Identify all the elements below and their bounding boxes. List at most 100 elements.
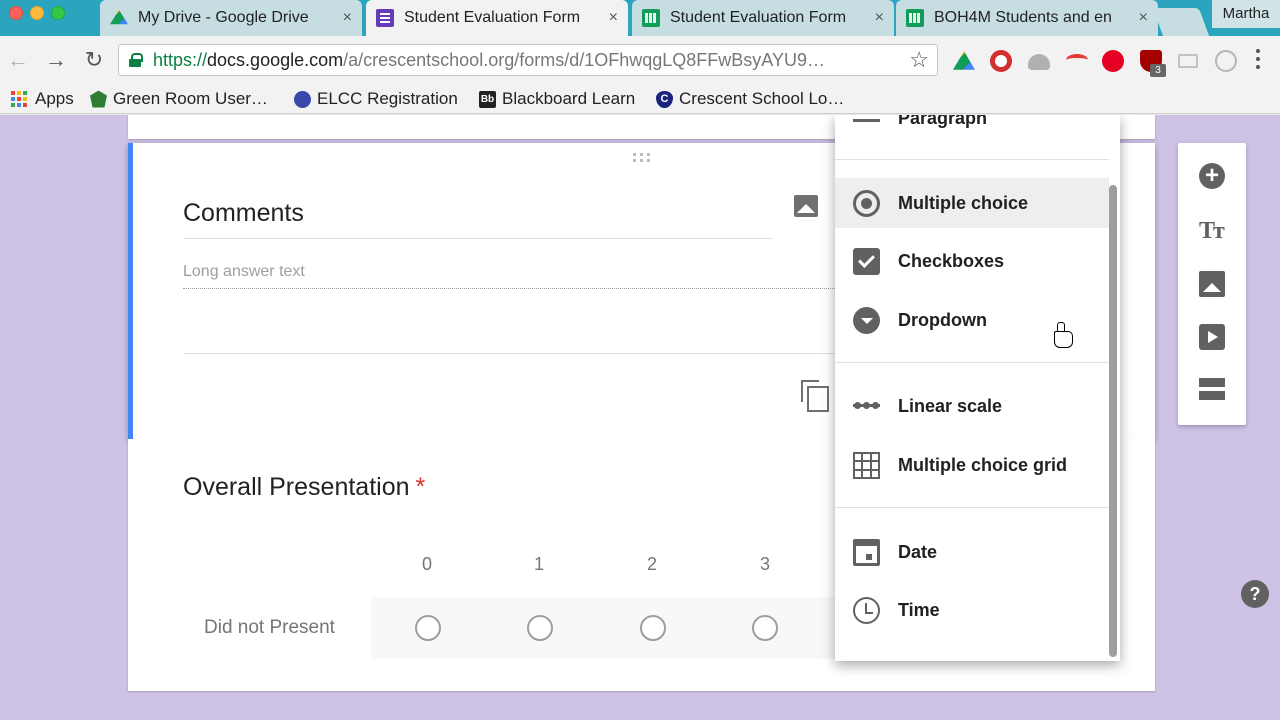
bookmark-elcc-registration[interactable]: ELCC Registration	[294, 87, 458, 111]
help-icon[interactable]: ?	[1241, 580, 1269, 608]
grid-row-label: Did not Present	[204, 617, 335, 638]
grid-radio-button[interactable]	[415, 615, 441, 641]
question-title: Overall Presentation *	[183, 473, 425, 502]
tab-student-evaluation-sheet[interactable]: Student Evaluation Form ×	[632, 0, 894, 36]
crescent-icon: C	[656, 90, 673, 108]
radio-icon	[853, 189, 880, 217]
address-bar[interactable]: https://docs.google.com/a/crescentschool…	[118, 44, 938, 76]
grid-radio-button[interactable]	[752, 615, 778, 641]
required-asterisk: *	[415, 473, 426, 501]
back-arrow-icon[interactable]: ←	[6, 48, 30, 72]
grid-radio-button[interactable]	[640, 615, 666, 641]
google-drive-icon	[110, 9, 128, 25]
profile-button[interactable]: Martha	[1212, 0, 1280, 28]
menu-divider	[835, 507, 1109, 508]
side-toolbar: + Tт	[1178, 143, 1246, 425]
minimize-window-button[interactable]	[30, 6, 44, 20]
extension-badge: 3	[1150, 64, 1166, 77]
bookmark-label: ELCC Registration	[317, 89, 458, 108]
bookmark-label: Blackboard Learn	[502, 89, 636, 108]
bookmark-label: Apps	[35, 89, 74, 108]
menu-item-label: Linear scale	[898, 395, 1003, 416]
browser-toolbar: ← → ↻ https://docs.google.com/a/crescent…	[0, 36, 1280, 84]
bookmark-blackboard-learn[interactable]: Bb Blackboard Learn	[479, 87, 635, 111]
add-question-icon[interactable]: +	[1199, 163, 1225, 189]
tab-title: Student Evaluation Form	[670, 9, 847, 26]
menu-item-time[interactable]: Time	[835, 585, 1109, 635]
add-image-icon[interactable]	[794, 195, 818, 217]
grid-column-header: 0	[421, 554, 432, 574]
menu-item-label: Multiple choice grid	[898, 454, 1068, 475]
grid-column-header: 2	[646, 554, 657, 574]
divider	[183, 353, 843, 354]
lock-icon	[129, 53, 143, 67]
menu-item-label: Dropdown	[898, 309, 987, 330]
tab-title: BOH4M Students and en	[934, 9, 1112, 26]
grid-column-header: 1	[533, 554, 544, 574]
url-text[interactable]: https://docs.google.com/a/crescentschool…	[153, 50, 909, 71]
bookmark-label: Green Room User…	[113, 89, 268, 108]
form-editor-page: Comments Long answer text Overall Presen…	[0, 115, 1280, 720]
cloud-extension-icon[interactable]	[1028, 54, 1050, 70]
menu-divider	[835, 159, 1109, 160]
new-tab-button[interactable]	[1152, 8, 1210, 36]
google-drive-extension-icon[interactable]	[953, 51, 975, 70]
arc-extension-icon[interactable]	[1066, 54, 1088, 66]
pinterest-icon[interactable]	[1102, 50, 1124, 72]
add-title-icon[interactable]: Tт	[1199, 218, 1225, 244]
grid-column-header: 3	[759, 554, 770, 574]
maximize-window-button[interactable]	[51, 6, 65, 20]
menu-item-multiple-choice-grid[interactable]: Multiple choice grid	[835, 440, 1109, 490]
google-sheets-icon	[642, 9, 660, 27]
menu-item-paragraph[interactable]: Paragraph	[835, 115, 1109, 143]
url-host: docs.google.com	[207, 49, 344, 70]
tab-close-icon[interactable]: ×	[875, 9, 884, 27]
add-image-icon[interactable]	[1199, 271, 1225, 297]
menu-item-label: Time	[898, 599, 940, 620]
grid-icon	[853, 451, 880, 479]
tab-close-icon[interactable]: ×	[1139, 9, 1148, 27]
add-video-icon[interactable]	[1199, 324, 1225, 350]
clock-icon	[853, 596, 880, 624]
compass-icon[interactable]	[1215, 50, 1237, 72]
tab-strip: My Drive - Google Drive × Student Evalua…	[0, 0, 1280, 36]
menu-item-date[interactable]: Date	[835, 527, 1109, 577]
forward-arrow-icon[interactable]: →	[44, 48, 68, 72]
grid-radio-button[interactable]	[527, 615, 553, 641]
add-section-icon[interactable]	[1199, 378, 1225, 400]
tab-my-drive[interactable]: My Drive - Google Drive ×	[100, 0, 362, 36]
duplicate-icon[interactable]	[801, 380, 829, 412]
checkbox-icon	[853, 247, 880, 275]
drag-handle-icon[interactable]	[633, 153, 650, 162]
cast-icon[interactable]	[1178, 54, 1198, 68]
tab-close-icon[interactable]: ×	[609, 9, 618, 27]
browser-menu-icon[interactable]	[1255, 49, 1261, 73]
bookmark-apps[interactable]: Apps	[11, 87, 74, 111]
bookmark-green-room[interactable]: Green Room User…	[90, 87, 268, 111]
long-answer-placeholder: Long answer text	[183, 263, 843, 289]
bookmark-star-icon[interactable]: ☆	[909, 47, 929, 73]
opera-extension-icon[interactable]	[990, 50, 1012, 72]
tab-close-icon[interactable]: ×	[343, 9, 352, 27]
tab-boh4m-students[interactable]: BOH4M Students and en ×	[896, 0, 1158, 36]
question-title-text: Overall Presentation	[183, 473, 410, 501]
menu-item-label: Paragraph	[898, 115, 988, 128]
close-window-button[interactable]	[9, 6, 23, 20]
apps-grid-icon	[11, 91, 27, 107]
bookmark-crescent-school[interactable]: C Crescent School Lo…	[656, 87, 844, 111]
menu-item-multiple-choice[interactable]: Multiple choice	[835, 178, 1109, 228]
google-forms-icon	[376, 9, 394, 27]
menu-item-linear-scale[interactable]: Linear scale	[835, 381, 1109, 431]
question-title-input[interactable]: Comments	[183, 199, 773, 239]
google-sheets-icon	[906, 9, 924, 27]
menu-item-label: Date	[898, 541, 938, 562]
reload-icon[interactable]: ↻	[82, 48, 106, 72]
tab-student-evaluation-form[interactable]: Student Evaluation Form ×	[366, 0, 628, 36]
blackboard-icon: Bb	[479, 90, 496, 108]
menu-item-checkboxes[interactable]: Checkboxes	[835, 236, 1109, 286]
paragraph-icon	[853, 115, 880, 125]
menu-scrollbar[interactable]	[1109, 185, 1117, 657]
menu-item-label: Checkboxes	[898, 250, 1005, 271]
menu-item-label: Multiple choice	[898, 192, 1029, 213]
dropdown-icon	[853, 306, 880, 334]
